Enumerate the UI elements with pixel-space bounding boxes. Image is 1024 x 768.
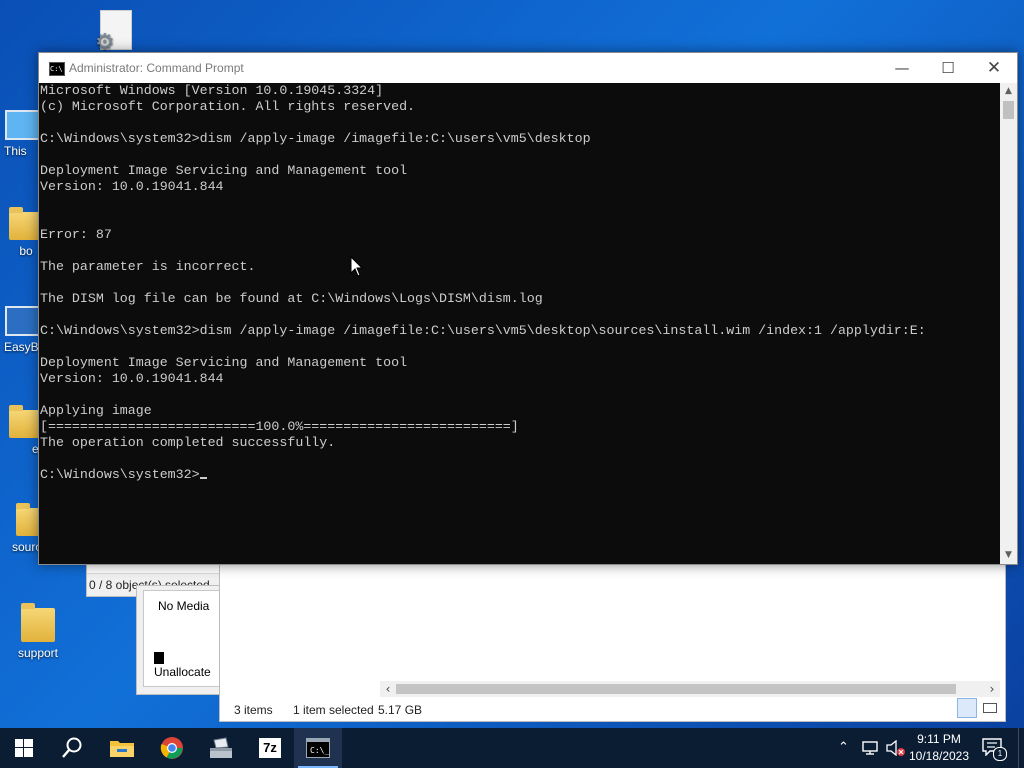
console-line: The operation completed successfully.	[40, 435, 336, 450]
scroll-right-arrow-icon[interactable]: ›	[984, 681, 1000, 697]
console-line: C:\Windows\system32>	[40, 467, 200, 482]
title-bar[interactable]: C:\ Administrator: Command Prompt — ☐ ✕	[39, 53, 1017, 83]
command-prompt-icon: C:\_	[306, 738, 330, 758]
close-button[interactable]: ✕	[971, 53, 1017, 83]
installer-taskbar-button[interactable]	[197, 728, 245, 768]
console-line: (c) Microsoft Corporation. All rights re…	[40, 99, 416, 114]
clock-date[interactable]: 10/18/2023	[906, 749, 972, 763]
scroll-left-arrow-icon[interactable]: ‹	[380, 681, 396, 697]
details-view-button[interactable]	[957, 698, 977, 718]
mouse-pointer-icon	[350, 256, 364, 277]
file-explorer-window[interactable]: ‹ › 3 items 1 item selected 5.17 GB	[219, 560, 1006, 722]
7zip-taskbar-button[interactable]: 7z	[246, 728, 294, 768]
show-desktop-button[interactable]	[1018, 728, 1024, 768]
vertical-scrollbar[interactable]: ▲ ▼	[1000, 83, 1017, 564]
desktop-icon-folder-support[interactable]: support	[6, 603, 70, 660]
scroll-down-arrow-icon[interactable]: ▼	[1000, 547, 1017, 564]
chrome-taskbar-button[interactable]	[148, 728, 196, 768]
desktop-icon-label: support	[17, 646, 59, 660]
console-line: C:\Windows\system32>dism /apply-image /i…	[40, 323, 926, 338]
console-line: Microsoft Windows [Version 10.0.19045.33…	[40, 83, 384, 98]
windows-logo-icon	[15, 739, 33, 757]
scroll-up-arrow-icon[interactable]: ▲	[1000, 83, 1017, 100]
maximize-button[interactable]: ☐	[925, 53, 971, 83]
network-icon[interactable]	[862, 740, 880, 756]
desktop-icon-settings-file[interactable]: ⚙	[84, 10, 148, 54]
folder-icon	[21, 603, 55, 642]
file-gear-icon: ⚙	[95, 10, 132, 54]
unallocated-swatch	[154, 652, 164, 664]
console-line: Version: 10.0.19041.844	[40, 179, 224, 194]
command-prompt-taskbar-button[interactable]: C:\_	[294, 728, 342, 768]
console-line: Version: 10.0.19041.844	[40, 371, 224, 386]
window-title: Administrator: Command Prompt	[69, 61, 244, 75]
explorer-status-bar: 3 items 1 item selected 5.17 GB	[220, 697, 1005, 721]
taskbar: 7z C:\_ ⌃ 9:11 PM 10/18/2023 1	[0, 728, 1024, 768]
volume-muted-icon[interactable]	[886, 740, 906, 756]
search-button[interactable]	[48, 728, 96, 768]
selected-count: 1 item selected	[293, 703, 374, 717]
console-line: Applying image	[40, 403, 152, 418]
console-line: Deployment Image Servicing and Managemen…	[40, 355, 408, 370]
clock-time[interactable]: 9:11 PM	[908, 732, 970, 746]
command-prompt-icon: C:\	[49, 62, 65, 76]
console-output[interactable]: Microsoft Windows [Version 10.0.19045.33…	[39, 83, 1000, 564]
unallocated-legend: Unallocate	[154, 651, 222, 679]
notification-center-button[interactable]: 1	[982, 738, 1007, 761]
unallocated-label: Unallocate	[154, 665, 211, 679]
console-line: C:\Windows\system32>dism /apply-image /i…	[40, 131, 591, 146]
file-explorer-taskbar-button[interactable]	[98, 728, 146, 768]
console-line: The parameter is incorrect.	[40, 259, 256, 274]
command-prompt-window[interactable]: C:\ Administrator: Command Prompt — ☐ ✕ …	[38, 52, 1018, 565]
7zip-icon: 7z	[259, 738, 281, 758]
disk-management-window[interactable]: No Media Unallocate	[136, 585, 223, 695]
notification-badge: 1	[993, 747, 1007, 761]
search-icon	[62, 737, 82, 758]
show-hidden-icons-chevron-icon[interactable]: ⌃	[838, 740, 849, 755]
text-cursor	[199, 477, 207, 479]
minimize-button[interactable]: —	[879, 53, 925, 83]
scroll-thumb[interactable]	[396, 684, 956, 694]
no-media-label: No Media	[158, 599, 210, 613]
chrome-icon	[160, 737, 183, 759]
console-text: Microsoft Windows [Version 10.0.19045.33…	[39, 83, 1000, 483]
disk-panel: No Media Unallocate	[143, 590, 223, 687]
items-count: 3 items	[234, 703, 273, 717]
selected-size: 5.17 GB	[378, 703, 423, 717]
file-explorer-icon	[110, 741, 134, 757]
start-button[interactable]	[0, 728, 48, 768]
installer-icon	[210, 737, 232, 758]
console-line: [==========================100.0%=======…	[40, 419, 519, 434]
console-line: The DISM log file can be found at C:\Win…	[40, 291, 543, 306]
scroll-thumb[interactable]	[1003, 101, 1014, 119]
large-icons-view-button[interactable]	[980, 698, 998, 716]
horizontal-scrollbar[interactable]: ‹ ›	[380, 681, 1000, 697]
console-line: Deployment Image Servicing and Managemen…	[40, 163, 408, 178]
console-line: Error: 87	[40, 227, 112, 242]
